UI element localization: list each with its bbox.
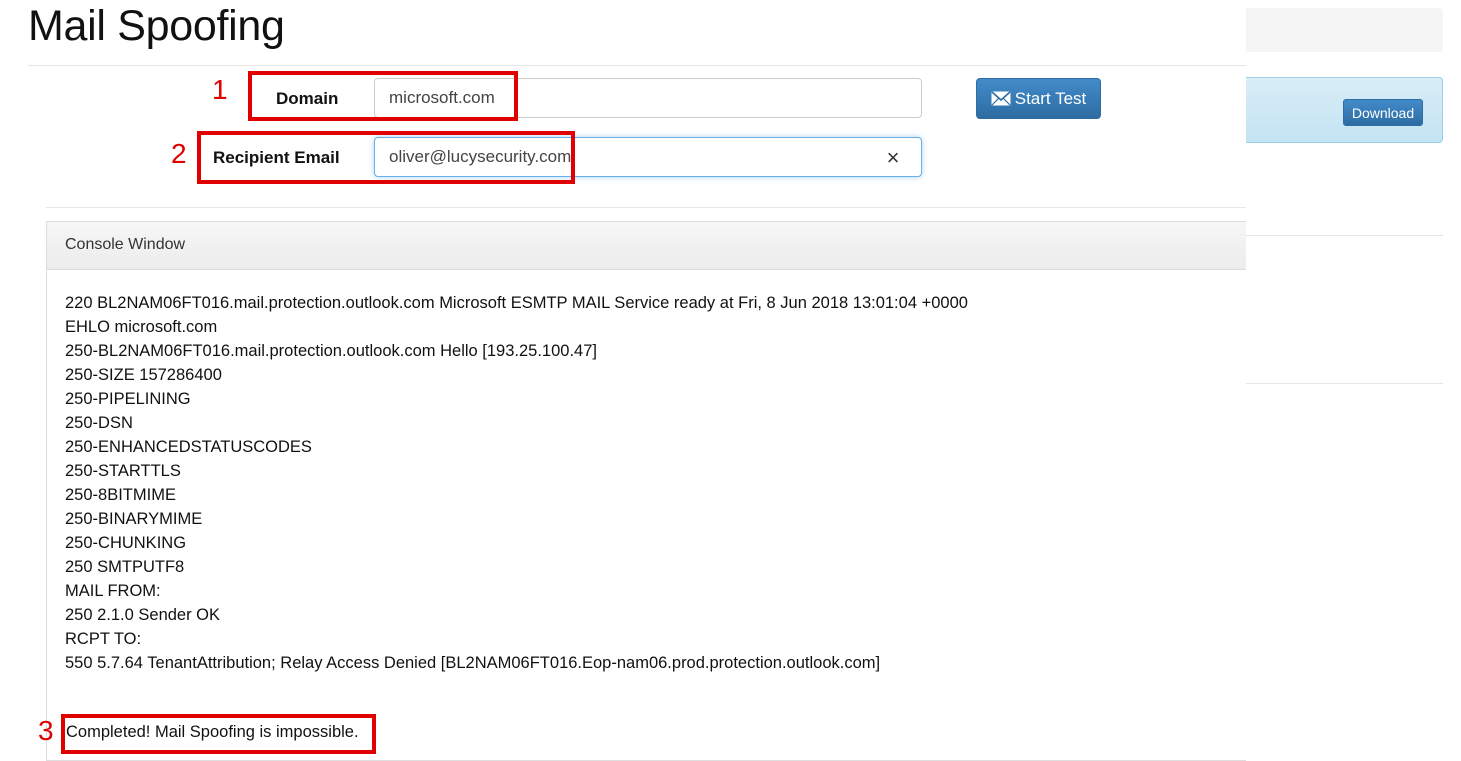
start-test-button[interactable]: Start Test (976, 78, 1101, 119)
console-line: 550 5.7.64 TenantAttribution; Relay Acce… (65, 654, 881, 672)
console-line: 250-ENHANCEDSTATUSCODES (65, 438, 312, 456)
annotation-box-recipient (197, 131, 575, 184)
console-panel: Console Window 220 BL2NAM06FT016.mail.pr… (46, 221, 1246, 761)
console-line: 250-SIZE 157286400 (65, 366, 222, 384)
annotation-box-domain (248, 71, 518, 121)
console-line: 250-BINARYMIME (65, 510, 203, 528)
start-test-label: Start Test (1014, 88, 1087, 108)
console-line: 220 BL2NAM06FT016.mail.protection.outloo… (65, 294, 968, 312)
console-line: 250-BL2NAM06FT016.mail.protection.outloo… (65, 342, 597, 360)
clear-icon[interactable]: × (880, 145, 906, 171)
console-line: 250 SMTPUTF8 (65, 558, 185, 576)
console-output: 220 BL2NAM06FT016.mail.protection.outloo… (65, 291, 968, 675)
console-line: RCPT TO: (65, 630, 142, 648)
console-window-header: Console Window (47, 222, 1246, 270)
console-line: MAIL FROM: (65, 582, 161, 600)
download-button[interactable]: Download (1343, 99, 1423, 126)
console-line: 250-PIPELINING (65, 390, 191, 408)
annotation-number-1: 1 (212, 74, 228, 105)
console-line: 250-DSN (65, 414, 133, 432)
envelope-icon (991, 91, 1011, 106)
console-line: 250-STARTTLS (65, 462, 181, 480)
annotation-number-2: 2 (171, 138, 187, 169)
annotation-number-3: 3 (38, 715, 54, 746)
console-line: 250-CHUNKING (65, 534, 187, 552)
annotation-box-result (61, 714, 376, 754)
sidebar-divider (1246, 383, 1443, 384)
console-line: EHLO microsoft.com (65, 318, 218, 336)
page-title: Mail Spoofing (28, 2, 285, 50)
title-divider (28, 65, 1246, 66)
console-line: 250-8BITMIME (65, 486, 176, 504)
sidebar-grey-box (1246, 8, 1443, 52)
console-line: 250 2.1.0 Sender OK (65, 606, 221, 624)
sidebar-divider (1246, 235, 1443, 236)
form-divider (46, 207, 1246, 208)
